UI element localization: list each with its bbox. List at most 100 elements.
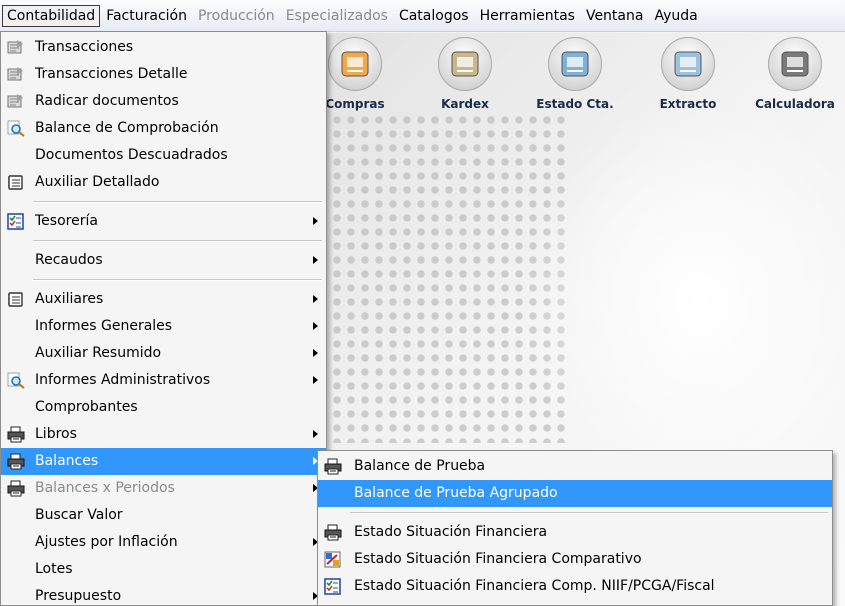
balances-submenu: Balance de Prueba Balance de Prueba Agrup…	[317, 450, 833, 606]
contabilidad-menu-item-radicar-documentos[interactable]: Radicar documentos	[1, 88, 326, 115]
contabilidad-menu-item-lotes[interactable]: Lotes	[1, 556, 326, 583]
contabilidad-menu-item-tesoreria[interactable]: Tesorería	[1, 208, 326, 235]
contabilidad-menu-item-label: Balances x Periodos	[35, 480, 175, 496]
contabilidad-menu-item-transacciones-detalle[interactable]: Transacciones Detalle	[1, 61, 326, 88]
contabilidad-menu-item-ajustes-por-inflacion[interactable]: Ajustes por Inflación	[1, 529, 326, 556]
transactions-icon	[7, 93, 25, 110]
toolbar-button-label: Calculadora	[755, 97, 835, 111]
menu-separator	[33, 279, 322, 281]
balances-submenu-item-label: Estado Situación Financiera Comp. NIIF/P…	[354, 578, 715, 594]
toolbar-kardex-button[interactable]: Kardex	[410, 37, 520, 111]
menubar: Contabilidad Facturación Producción Especia…	[0, 0, 845, 32]
contabilidad-menu-item-balances-x-periodos[interactable]: Balances x Periodos	[1, 475, 326, 502]
submenu-arrow-icon	[313, 376, 318, 384]
balances-submenu-item-label: Estado Situación Financiera	[354, 524, 548, 540]
checklist-icon	[7, 213, 25, 230]
contabilidad-menu-item-label: Balance de Comprobación	[35, 120, 219, 136]
menubar-catalogos[interactable]: Catalogos	[394, 5, 474, 27]
menubar-facturacion[interactable]: Facturación	[101, 5, 192, 27]
menubar-produccion[interactable]: Producción	[193, 5, 280, 27]
contabilidad-menu-item-label: Comprobantes	[35, 399, 138, 415]
contabilidad-menu-item-buscar-valor[interactable]: Buscar Valor	[1, 502, 326, 529]
contabilidad-menu-item-label: Buscar Valor	[35, 507, 123, 523]
contabilidad-menu-item-label: Recaudos	[35, 252, 103, 268]
contabilidad-menu-item-auxiliar-resumido[interactable]: Auxiliar Resumido	[1, 340, 326, 367]
document-arrow-icon	[661, 37, 715, 91]
contabilidad-menu-item-informes-administrativos[interactable]: Informes Administrativos	[1, 367, 326, 394]
balances-submenu-item-label: Balance de Prueba Agrupado	[354, 485, 558, 501]
balances-submenu-item-balance-de-prueba[interactable]: Balance de Prueba	[318, 453, 832, 480]
balances-submenu-item-estado-situacion-financiera[interactable]: Estado Situación Financiera	[318, 519, 832, 546]
submenu-arrow-icon	[313, 349, 318, 357]
calculator-icon	[768, 37, 822, 91]
toolbar-extracto-button[interactable]: Extracto	[633, 37, 743, 111]
contabilidad-menu-item-label: Informes Generales	[35, 318, 173, 334]
transactions-icon	[7, 39, 25, 56]
menu-separator	[350, 512, 828, 514]
toolbar-button-label: Kardex	[441, 97, 489, 111]
toolbar-button-label: Extracto	[659, 97, 717, 111]
menubar-herramientas[interactable]: Herramientas	[475, 5, 580, 27]
checklist-icon	[324, 578, 342, 595]
clipboard-add-icon	[438, 37, 492, 91]
printer-icon	[324, 458, 342, 475]
menubar-ayuda[interactable]: Ayuda	[649, 5, 702, 27]
ledger-icon	[7, 291, 25, 308]
balances-submenu-item-balance-de-prueba-agrupado[interactable]: Balance de Prueba Agrupado	[318, 480, 832, 507]
contabilidad-menu-item-balances[interactable]: Balances	[1, 448, 326, 475]
contabilidad-menu-item-label: Ajustes por Inflación	[35, 534, 178, 550]
contabilidad-menu-item-label: Libros	[35, 426, 77, 442]
ledger-icon	[7, 174, 25, 191]
printer-icon	[7, 480, 25, 497]
menubar-contabilidad[interactable]: Contabilidad	[2, 4, 101, 27]
printer-icon	[324, 524, 342, 541]
contabilidad-menu-item-transacciones[interactable]: Transacciones	[1, 34, 326, 61]
toolbar-estado-cta-button[interactable]: Estado Cta.	[520, 37, 630, 111]
contabilidad-menu: Transacciones Transacciones Detalle Radica…	[0, 31, 327, 606]
submenu-arrow-icon	[313, 322, 318, 330]
contabilidad-menu-item-label: Documentos Descuadrados	[35, 147, 228, 163]
printer-icon	[7, 453, 25, 470]
magnifier-icon	[7, 372, 25, 389]
contabilidad-menu-item-libros[interactable]: Libros	[1, 421, 326, 448]
printer-icon	[7, 426, 25, 443]
contabilidad-menu-item-presupuesto[interactable]: Presupuesto	[1, 583, 326, 605]
contabilidad-menu-item-auxiliares[interactable]: Auxiliares	[1, 286, 326, 313]
contabilidad-menu-item-label: Transacciones	[35, 39, 134, 55]
submenu-arrow-icon	[313, 295, 318, 303]
comparative-icon	[324, 551, 342, 568]
submenu-arrow-icon	[313, 256, 318, 264]
contabilidad-menu-item-label: Balances	[35, 453, 99, 469]
contabilidad-menu-item-label: Presupuesto	[35, 588, 122, 604]
contabilidad-menu-item-label: Auxiliar Detallado	[35, 174, 160, 190]
id-card-icon	[548, 37, 602, 91]
contabilidad-menu-item-informes-generales[interactable]: Informes Generales	[1, 313, 326, 340]
submenu-arrow-icon	[313, 217, 318, 225]
transactions-icon	[7, 66, 25, 83]
toolbar-calculadora-button[interactable]: Calculadora	[740, 37, 845, 111]
balances-submenu-item-label: Estado Situación Financiera Comparativo	[354, 551, 642, 567]
balances-submenu-item-estado-situacion-financiera-comp-niif-pcga-fiscal[interactable]: Estado Situación Financiera Comp. NIIF/P…	[318, 573, 832, 600]
truck-icon	[328, 37, 382, 91]
menu-separator	[33, 240, 322, 242]
contabilidad-menu-item-auxiliar-detallado[interactable]: Auxiliar Detallado	[1, 169, 326, 196]
contabilidad-menu-item-balance-de-comprobacion[interactable]: Balance de Comprobación	[1, 115, 326, 142]
contabilidad-menu-item-label: Radicar documentos	[35, 93, 179, 109]
menubar-especializados[interactable]: Especializados	[281, 5, 393, 27]
contabilidad-menu-item-label: Auxiliares	[35, 291, 104, 307]
contabilidad-menu-item-documentos-descuadrados[interactable]: Documentos Descuadrados	[1, 142, 326, 169]
menu-separator	[33, 201, 322, 203]
contabilidad-menu-item-label: Lotes	[35, 561, 73, 577]
balances-submenu-item-estado-situacion-financiera-comparativo[interactable]: Estado Situación Financiera Comparativo	[318, 546, 832, 573]
contabilidad-menu-item-label: Tesorería	[35, 213, 98, 229]
contabilidad-menu-item-comprobantes[interactable]: Comprobantes	[1, 394, 326, 421]
contabilidad-menu-item-label: Transacciones Detalle	[35, 66, 188, 82]
submenu-arrow-icon	[313, 430, 318, 438]
magnifier-icon	[7, 120, 25, 137]
toolbar-button-label: Estado Cta.	[536, 97, 614, 111]
contabilidad-menu-item-label: Auxiliar Resumido	[35, 345, 162, 361]
contabilidad-menu-item-recaudos[interactable]: Recaudos	[1, 247, 326, 274]
contabilidad-menu-item-label: Informes Administrativos	[35, 372, 211, 388]
menubar-ventana[interactable]: Ventana	[581, 5, 649, 27]
balances-submenu-item-label: Balance de Prueba	[354, 458, 486, 474]
